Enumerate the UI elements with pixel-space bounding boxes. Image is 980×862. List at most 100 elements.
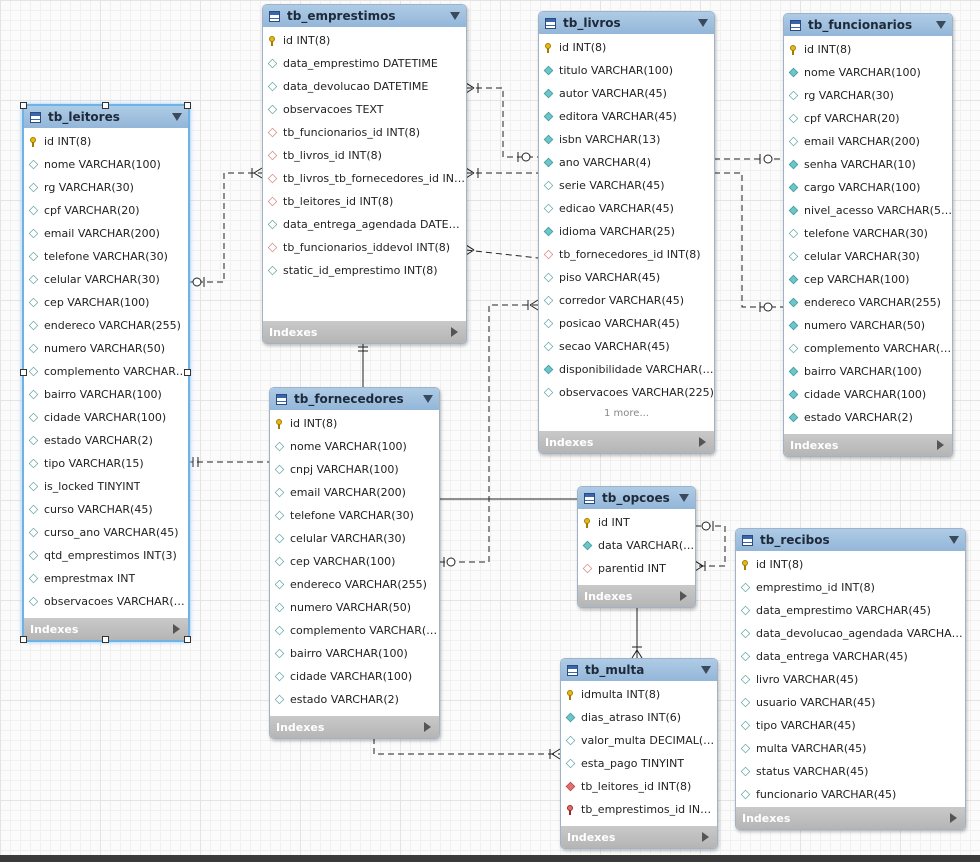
column-row[interactable]: celular VARCHAR(30) bbox=[784, 245, 952, 268]
column-row[interactable]: disponibilidade VARCHAR(15) bbox=[539, 358, 714, 381]
relationship-line[interactable] bbox=[187, 172, 262, 283]
column-row[interactable]: id INT(8) bbox=[539, 36, 714, 59]
table-header[interactable]: tb_funcionarios bbox=[784, 14, 952, 36]
column-row[interactable]: tb_leitores_id INT(8) bbox=[561, 775, 717, 798]
column-row[interactable]: serie VARCHAR(45) bbox=[539, 174, 714, 197]
column-row[interactable]: id INT(8) bbox=[263, 29, 466, 52]
resize-handle[interactable] bbox=[102, 636, 109, 643]
column-row[interactable]: data VARCHAR(45) bbox=[578, 534, 695, 557]
column-row[interactable]: id INT bbox=[578, 511, 695, 534]
column-row[interactable]: email VARCHAR(200) bbox=[784, 130, 952, 153]
column-row[interactable]: telefone VARCHAR(30) bbox=[270, 504, 439, 527]
column-row[interactable]: cep VARCHAR(100) bbox=[270, 550, 439, 573]
table-header[interactable]: tb_fornecedores bbox=[270, 388, 439, 410]
expand-triangle-icon[interactable] bbox=[699, 437, 706, 447]
column-row[interactable]: piso VARCHAR(45) bbox=[539, 266, 714, 289]
column-row[interactable]: status VARCHAR(45) bbox=[736, 760, 965, 783]
column-row[interactable]: posicao VARCHAR(45) bbox=[539, 312, 714, 335]
column-row[interactable]: telefone VARCHAR(30) bbox=[784, 222, 952, 245]
column-row[interactable]: celular VARCHAR(30) bbox=[24, 268, 188, 291]
resize-handle[interactable] bbox=[20, 369, 27, 376]
column-row[interactable]: dias_atraso INT(6) bbox=[561, 706, 717, 729]
column-row[interactable]: autor VARCHAR(45) bbox=[539, 82, 714, 105]
column-row[interactable]: rg VARCHAR(30) bbox=[784, 84, 952, 107]
table-tb-fornecedores[interactable]: tb_fornecedores id INT(8) nome VARCHAR(100… bbox=[269, 387, 440, 739]
indexes-section[interactable]: Indexes bbox=[263, 321, 466, 343]
collapse-triangle-icon[interactable] bbox=[450, 12, 460, 20]
table-tb-multa[interactable]: tb_multa idmulta INT(8) dias_atraso INT(6)… bbox=[560, 658, 718, 849]
column-row[interactable]: estado VARCHAR(2) bbox=[24, 429, 188, 452]
relationship-line[interactable] bbox=[465, 249, 539, 259]
collapse-triangle-icon[interactable] bbox=[423, 395, 433, 403]
column-row[interactable]: bairro VARCHAR(100) bbox=[24, 383, 188, 406]
column-row[interactable]: id INT(8) bbox=[784, 38, 952, 61]
column-row[interactable]: emprestimo_id INT(8) bbox=[736, 576, 965, 599]
column-row[interactable]: estado VARCHAR(2) bbox=[784, 406, 952, 429]
column-row[interactable]: data_entrega VARCHAR(45) bbox=[736, 645, 965, 668]
expand-triangle-icon[interactable] bbox=[173, 624, 180, 634]
table-header[interactable]: tb_leitores bbox=[24, 106, 188, 128]
column-row[interactable]: complemento VARCHAR(200) bbox=[784, 337, 952, 360]
column-row[interactable]: editora VARCHAR(45) bbox=[539, 105, 714, 128]
column-row[interactable]: tipo VARCHAR(45) bbox=[736, 714, 965, 737]
collapse-triangle-icon[interactable] bbox=[701, 666, 711, 674]
column-row[interactable]: tb_emprestimos_id INT(8) bbox=[561, 798, 717, 821]
table-tb-emprestimos[interactable]: tb_emprestimos id INT(8) data_emprestimo D… bbox=[262, 4, 467, 344]
table-tb-funcionarios[interactable]: tb_funcionarios id INT(8) nome VARCHAR(100… bbox=[783, 13, 953, 457]
column-row[interactable]: observacoes VARCHAR(2... bbox=[24, 590, 188, 613]
diagram-canvas[interactable]: tb_emprestimos id INT(8) data_emprestimo D… bbox=[0, 0, 980, 855]
column-row[interactable]: secao VARCHAR(45) bbox=[539, 335, 714, 358]
column-row[interactable]: numero VARCHAR(50) bbox=[270, 596, 439, 619]
table-tb-livros[interactable]: tb_livros id INT(8) titulo VARCHAR(100) aut… bbox=[538, 11, 715, 454]
indexes-section[interactable]: Indexes bbox=[561, 826, 717, 848]
resize-handle[interactable] bbox=[184, 369, 191, 376]
column-row[interactable]: tb_funcionarios_iddevol INT(8) bbox=[263, 236, 466, 259]
column-row[interactable]: complemento VARCHAR(... bbox=[24, 360, 188, 383]
column-row[interactable]: cidade VARCHAR(100) bbox=[270, 665, 439, 688]
column-row[interactable]: data_devolucao DATETIME bbox=[263, 75, 466, 98]
column-row[interactable]: bairro VARCHAR(100) bbox=[270, 642, 439, 665]
column-row[interactable]: tb_fornecedores_id INT(8) bbox=[539, 243, 714, 266]
relationship-line[interactable] bbox=[466, 87, 538, 158]
column-row[interactable]: observacoes TEXT bbox=[263, 98, 466, 121]
column-row[interactable]: titulo VARCHAR(100) bbox=[539, 59, 714, 82]
column-row[interactable]: tb_livros_id INT(8) bbox=[263, 144, 466, 167]
indexes-section[interactable]: Indexes bbox=[784, 434, 952, 456]
table-header[interactable]: tb_opcoes bbox=[578, 487, 695, 509]
resize-handle[interactable] bbox=[20, 102, 27, 109]
column-row[interactable]: telefone VARCHAR(30) bbox=[24, 245, 188, 268]
column-row[interactable]: email VARCHAR(200) bbox=[24, 222, 188, 245]
column-row[interactable]: qtd_emprestimos INT(3) bbox=[24, 544, 188, 567]
column-row[interactable]: funcionario VARCHAR(45) bbox=[736, 783, 965, 806]
column-row[interactable]: nivel_acesso VARCHAR(50) bbox=[784, 199, 952, 222]
column-row[interactable]: idmulta INT(8) bbox=[561, 683, 717, 706]
indexes-section[interactable]: Indexes bbox=[578, 585, 695, 607]
column-row[interactable]: cidade VARCHAR(100) bbox=[24, 406, 188, 429]
column-row[interactable]: data_emprestimo VARCHAR(45) bbox=[736, 599, 965, 622]
column-row[interactable]: data_devolucao_agendada VARCHAR(45) bbox=[736, 622, 965, 645]
column-row[interactable]: is_locked TINYINT bbox=[24, 475, 188, 498]
table-tb-leitores[interactable]: tb_leitores id INT(8) nome VARCHAR(100) rg … bbox=[20, 102, 191, 643]
relationship-line[interactable] bbox=[695, 525, 726, 567]
column-row[interactable]: estado VARCHAR(2) bbox=[270, 688, 439, 711]
column-row[interactable]: nome VARCHAR(100) bbox=[270, 435, 439, 458]
column-row[interactable]: esta_pago TINYINT bbox=[561, 752, 717, 775]
column-row[interactable]: curso VARCHAR(45) bbox=[24, 498, 188, 521]
column-row[interactable]: bairro VARCHAR(100) bbox=[784, 360, 952, 383]
column-row[interactable]: nome VARCHAR(100) bbox=[784, 61, 952, 84]
column-row[interactable]: idioma VARCHAR(25) bbox=[539, 220, 714, 243]
column-row[interactable]: senha VARCHAR(10) bbox=[784, 153, 952, 176]
column-row[interactable]: id INT(8) bbox=[736, 553, 965, 576]
column-row[interactable]: endereco VARCHAR(255) bbox=[24, 314, 188, 337]
table-header[interactable]: tb_multa bbox=[561, 659, 717, 681]
column-row[interactable]: tb_livros_tb_fornecedores_id INT(8) bbox=[263, 167, 466, 190]
resize-handle[interactable] bbox=[184, 102, 191, 109]
table-tb-recibos[interactable]: tb_recibos id INT(8) emprestimo_id INT(8) d… bbox=[735, 528, 966, 830]
more-columns-link[interactable]: 1 more... bbox=[539, 404, 714, 424]
column-row[interactable]: nome VARCHAR(100) bbox=[24, 153, 188, 176]
column-row[interactable]: numero VARCHAR(50) bbox=[24, 337, 188, 360]
column-row[interactable]: cep VARCHAR(100) bbox=[24, 291, 188, 314]
expand-triangle-icon[interactable] bbox=[937, 440, 944, 450]
relationship-line[interactable] bbox=[714, 172, 783, 308]
column-row[interactable]: email VARCHAR(200) bbox=[270, 481, 439, 504]
